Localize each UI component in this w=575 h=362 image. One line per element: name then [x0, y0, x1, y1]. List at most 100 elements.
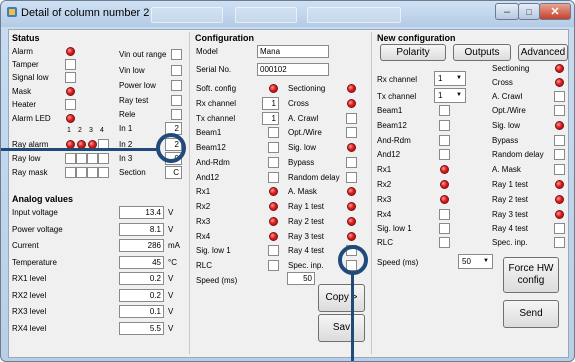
close-button[interactable]: ✕: [539, 3, 571, 20]
config-indicator: [346, 113, 357, 124]
chevron-down-icon: ▼: [456, 75, 462, 81]
new-config-label: Ray 4 test: [492, 224, 529, 233]
new-config-led-icon[interactable]: [555, 64, 564, 73]
new-config-checkbox[interactable]: [439, 209, 450, 220]
save-button[interactable]: Sav: [318, 314, 365, 342]
new-config-checkbox[interactable]: [439, 237, 450, 248]
config-label: Ray 2 test: [288, 217, 325, 226]
alarm-led-icon: [66, 87, 75, 96]
new-config-label: Beam12: [377, 121, 407, 130]
copy-button[interactable]: Copy >: [318, 284, 365, 312]
minimize-icon: –: [503, 5, 511, 18]
new-tx-channel-select[interactable]: 1 ▼: [434, 88, 466, 103]
new-speed-select[interactable]: 50 ▼: [458, 254, 493, 269]
status-label: Heater: [12, 100, 37, 109]
model-field[interactable]: Mana: [257, 45, 329, 58]
new-config-label: Beam1: [377, 106, 403, 115]
analog-unit: V: [168, 274, 174, 283]
new-config-checkbox[interactable]: [554, 223, 565, 234]
new-config-checkbox[interactable]: [439, 135, 450, 146]
status-label: Mask: [12, 87, 32, 96]
analog-unit: V: [168, 208, 174, 217]
new-config-led-icon[interactable]: [555, 180, 564, 189]
status-indicator: [65, 99, 76, 110]
new-config-checkbox[interactable]: [554, 237, 565, 248]
new-config-led-icon[interactable]: [555, 121, 564, 130]
application-window: Detail of column number 2 – □ ✕ Status A…: [0, 0, 575, 362]
new-config-checkbox[interactable]: [554, 135, 565, 146]
new-config-led-icon[interactable]: [440, 180, 449, 189]
new-config-led-icon[interactable]: [555, 78, 564, 87]
speed-field[interactable]: 50: [287, 272, 315, 285]
app-icon: [7, 7, 17, 17]
status-indicator: [171, 95, 182, 106]
new-config-label: Random delay: [492, 150, 544, 159]
serial-field[interactable]: 000102: [257, 63, 329, 76]
analog-unit: V: [168, 307, 174, 316]
new-config-label: Ray 1 test: [492, 180, 529, 189]
new-config-checkbox[interactable]: [439, 149, 450, 160]
status-indicator: [171, 109, 182, 120]
status-label: Alarm LED: [12, 114, 51, 123]
status-indicator: [65, 59, 76, 70]
new-config-checkbox[interactable]: [439, 105, 450, 116]
analog-value: 286: [119, 239, 164, 252]
tab-outputs[interactable]: Outputs: [453, 44, 511, 61]
ray-indicator: [98, 167, 109, 178]
status-label: Vin out range: [119, 50, 167, 59]
tab-advanced[interactable]: Advanced: [518, 44, 568, 61]
ray-indicator: [87, 153, 98, 164]
send-button[interactable]: Send: [503, 300, 559, 328]
config-indicator: [268, 127, 279, 138]
config-label: RLC: [196, 261, 213, 270]
analog-unit: V: [168, 224, 174, 234]
config-label: A. Mask: [288, 187, 317, 196]
status-header: Status: [12, 33, 40, 43]
config-label: Cross: [288, 99, 309, 108]
maximize-button[interactable]: □: [518, 3, 540, 20]
new-config-checkbox[interactable]: [439, 120, 450, 131]
new-tx-channel-value: 1: [438, 91, 443, 100]
new-rx-channel-select[interactable]: 1 ▼: [434, 71, 466, 86]
new-config-label: A. Mask: [492, 165, 521, 174]
minimize-button[interactable]: –: [495, 3, 519, 20]
analog-header: Analog values: [12, 194, 74, 204]
tab-polarity[interactable]: Polarity: [380, 44, 446, 61]
new-config-checkbox[interactable]: [439, 223, 450, 234]
analog-value: 0.2: [119, 288, 164, 302]
new-config-label: Opt./Wire: [492, 106, 526, 115]
new-config-label: Sectioning: [492, 64, 530, 73]
status-label: Vin low: [119, 66, 145, 75]
analog-unit: V: [168, 323, 174, 333]
status-label: Power low: [119, 81, 156, 90]
config-indicator: [268, 157, 279, 168]
new-config-checkbox[interactable]: [554, 164, 565, 175]
analog-label: Power voltage: [12, 224, 63, 234]
status-label: Alarm: [12, 47, 33, 56]
model-label: Model: [196, 47, 218, 56]
status-label: Signal low: [12, 73, 49, 82]
new-config-label: And12: [377, 150, 401, 159]
force-hw-config-button[interactable]: Force HW config: [503, 257, 559, 293]
new-config-led-icon[interactable]: [440, 165, 449, 174]
alarm-led-icon: [66, 47, 75, 56]
new-config-led-icon[interactable]: [555, 210, 564, 219]
config-tx-channel: 1: [262, 112, 279, 125]
config-label: Rx channel: [196, 99, 237, 108]
config-indicator: [346, 172, 357, 183]
config-led-icon: [347, 232, 356, 241]
config-indicator: [346, 157, 357, 168]
new-config-checkbox[interactable]: [554, 91, 565, 102]
new-config-checkbox[interactable]: [554, 105, 565, 116]
new-tx-channel-label: Tx channel: [377, 92, 417, 101]
alarm-led-icon: [66, 114, 75, 123]
channel-number: 1: [67, 127, 71, 134]
channel-number: 4: [100, 127, 104, 134]
new-config-led-icon[interactable]: [555, 195, 564, 204]
annotation-line: [351, 274, 354, 361]
client-area: Status Analog values Configuration Model…: [8, 29, 569, 358]
new-config-checkbox[interactable]: [554, 149, 565, 160]
config-label: Tx channel: [196, 114, 236, 123]
new-config-label: Ray 3 test: [492, 210, 529, 219]
new-config-led-icon[interactable]: [440, 195, 449, 204]
